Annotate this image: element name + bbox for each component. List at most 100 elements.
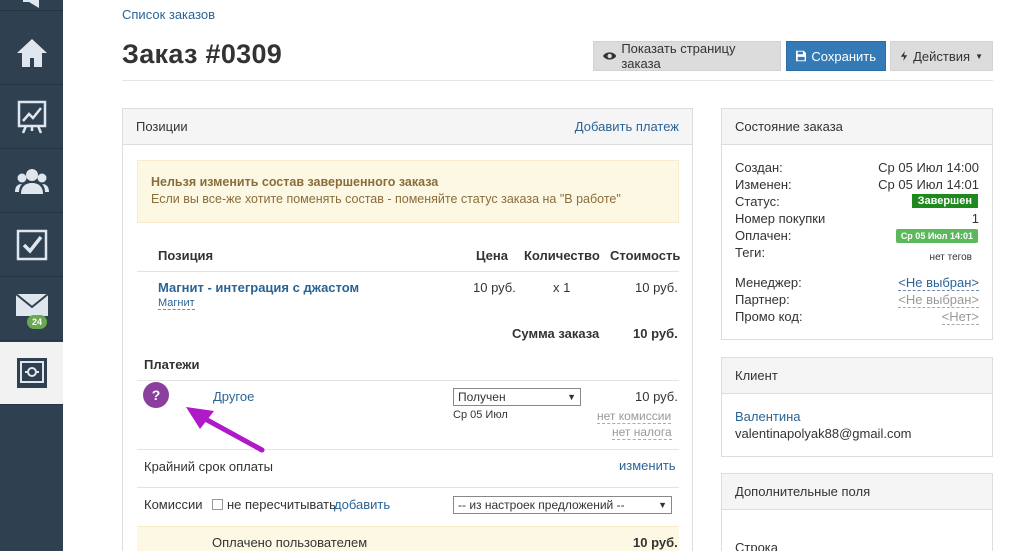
order-state-panel-header: Состояние заказа <box>722 109 992 145</box>
chart-icon <box>17 100 46 134</box>
paid-by-user-value: 10 руб. <box>633 535 678 550</box>
payments-divider <box>137 380 679 381</box>
column-qty: Количество <box>524 248 600 263</box>
commissions-divider <box>137 487 679 488</box>
caret-down-icon: ▼ <box>975 51 983 61</box>
client-email: valentinapolyak88@gmail.com <box>735 426 912 441</box>
created-label: Создан: <box>735 160 783 175</box>
purchase-number-value: 1 <box>971 211 979 226</box>
deadline-change-link[interactable]: изменить <box>619 458 676 473</box>
paid-label: Оплачен: <box>735 228 792 243</box>
show-order-page-button[interactable]: Показать страницу заказа <box>593 41 781 71</box>
partner-label: Партнер: <box>735 292 790 307</box>
sidebar: 24 <box>0 0 63 551</box>
sidebar-item-orders[interactable] <box>0 342 63 405</box>
megaphone-icon <box>22 0 39 8</box>
no-recalc-label: не пересчитывать <box>227 497 336 512</box>
extra-field-string-label: Строка <box>735 540 779 551</box>
item-name-link[interactable]: Магнит - интеграция с джастом <box>158 280 359 295</box>
home-icon <box>16 39 47 67</box>
commission-source-value: -- из настроек предложений -- <box>458 498 625 512</box>
tags-value: нет тегов <box>929 252 972 263</box>
actions-label: Действия <box>913 48 971 64</box>
item-tag-link[interactable]: Магнит <box>158 297 195 310</box>
caret-down-icon: ▼ <box>658 500 667 510</box>
payment-amount: 10 руб. <box>635 389 678 404</box>
promo-label: Промо код: <box>735 309 803 324</box>
alert-title: Нельзя изменить состав завершенного зака… <box>151 175 439 189</box>
sidebar-item-home[interactable] <box>0 22 63 85</box>
client-title: Клиент <box>735 368 778 383</box>
page-title: Заказ #0309 <box>122 39 283 69</box>
column-item: Позиция <box>158 248 214 263</box>
payments-title: Платежи <box>144 357 200 372</box>
sidebar-item-users[interactable] <box>0 150 63 213</box>
item-cost: 10 руб. <box>635 280 678 295</box>
client-panel: Клиент Валентина valentinapolyak88@gmail… <box>721 357 993 457</box>
order-state-title: Состояние заказа <box>735 119 843 134</box>
positions-panel-title: Позиции <box>136 119 188 134</box>
alert-text: Если вы все-же хотите поменять состав - … <box>151 192 621 206</box>
checkbox-icon <box>16 229 47 261</box>
add-commission-link[interactable]: добавить <box>334 497 390 512</box>
payment-date: Ср 05 Июл <box>453 409 508 421</box>
extra-fields-panel: Дополнительные поля Строка <box>721 473 993 551</box>
created-value: Ср 05 Июл 14:00 <box>878 160 979 175</box>
purchase-number-label: Номер покупки <box>735 211 826 226</box>
promo-select-link[interactable]: <Нет> <box>941 309 979 325</box>
manager-label: Менеджер: <box>735 275 802 290</box>
client-panel-header: Клиент <box>722 358 992 394</box>
floppy-icon <box>796 50 807 62</box>
sidebar-item-announcements[interactable] <box>0 0 63 11</box>
locked-order-alert: Нельзя изменить состав завершенного зака… <box>137 160 679 223</box>
breadcrumb-orders-list[interactable]: Список заказов <box>122 7 215 22</box>
tags-label: Теги: <box>735 245 766 260</box>
save-label: Сохранить <box>811 48 876 64</box>
caret-down-icon: ▼ <box>567 392 576 402</box>
mail-icon <box>14 293 49 316</box>
add-payment-link[interactable]: Добавить платеж <box>575 119 679 134</box>
payment-status-select[interactable]: Получен ▼ <box>453 388 581 406</box>
table-header-divider <box>137 271 679 272</box>
changed-label: Изменен: <box>735 177 792 192</box>
column-cost: Стоимость <box>610 248 681 263</box>
commission-source-select[interactable]: -- из настроек предложений -- ▼ <box>453 496 672 514</box>
extra-fields-title: Дополнительные поля <box>735 484 871 499</box>
paid-date-badge: Ср 05 Июл 14:01 <box>895 229 978 243</box>
commissions-label: Комиссии <box>144 497 203 512</box>
payment-status-value: Получен <box>458 390 506 404</box>
actions-dropdown[interactable]: Действия ▼ <box>890 41 993 71</box>
changed-value: Ср 05 Июл 14:01 <box>878 177 979 192</box>
order-state-panel: Состояние заказа Создан: Ср 05 Июл 14:00… <box>721 108 993 340</box>
paid-by-user-row: Оплачено пользователем 10 руб. <box>137 526 679 551</box>
eye-icon <box>603 52 617 60</box>
manager-select-link[interactable]: <Не выбран> <box>898 275 979 291</box>
no-recalc-checkbox[interactable] <box>212 499 223 510</box>
no-tax-link[interactable]: нет налога <box>612 425 672 440</box>
sidebar-item-tasks[interactable] <box>0 214 63 277</box>
sidebar-item-mail[interactable]: 24 <box>0 278 63 341</box>
lightning-icon <box>900 51 908 61</box>
order-sum-value: 10 руб. <box>633 326 678 341</box>
status-label: Статус: <box>735 194 780 209</box>
users-icon <box>14 169 49 194</box>
positions-panel-header: Позиции Добавить платеж <box>123 109 692 145</box>
item-qty: x 1 <box>553 280 571 295</box>
client-name-link[interactable]: Валентина <box>735 409 801 424</box>
partner-select-link[interactable]: <Не выбран> <box>898 292 979 308</box>
title-divider <box>122 80 993 81</box>
extra-fields-panel-header: Дополнительные поля <box>722 474 992 510</box>
question-icon[interactable]: ? <box>143 382 169 408</box>
positions-panel: Позиции Добавить платеж Нельзя изменить … <box>122 108 693 551</box>
paid-by-user-label: Оплачено пользователем <box>212 535 368 550</box>
annotation-arrow-icon <box>186 407 265 453</box>
column-price: Цена <box>476 248 508 263</box>
save-button[interactable]: Сохранить <box>786 41 886 71</box>
no-commission-link[interactable]: нет комиссии <box>597 409 672 424</box>
safe-icon <box>16 358 47 388</box>
sidebar-item-stats[interactable] <box>0 86 63 149</box>
order-sum-label: Сумма заказа <box>512 326 600 341</box>
show-order-page-label: Показать страницу заказа <box>621 41 736 71</box>
status-badge: Завершен <box>911 194 978 208</box>
deadline-label: Крайний срок оплаты <box>144 459 273 474</box>
